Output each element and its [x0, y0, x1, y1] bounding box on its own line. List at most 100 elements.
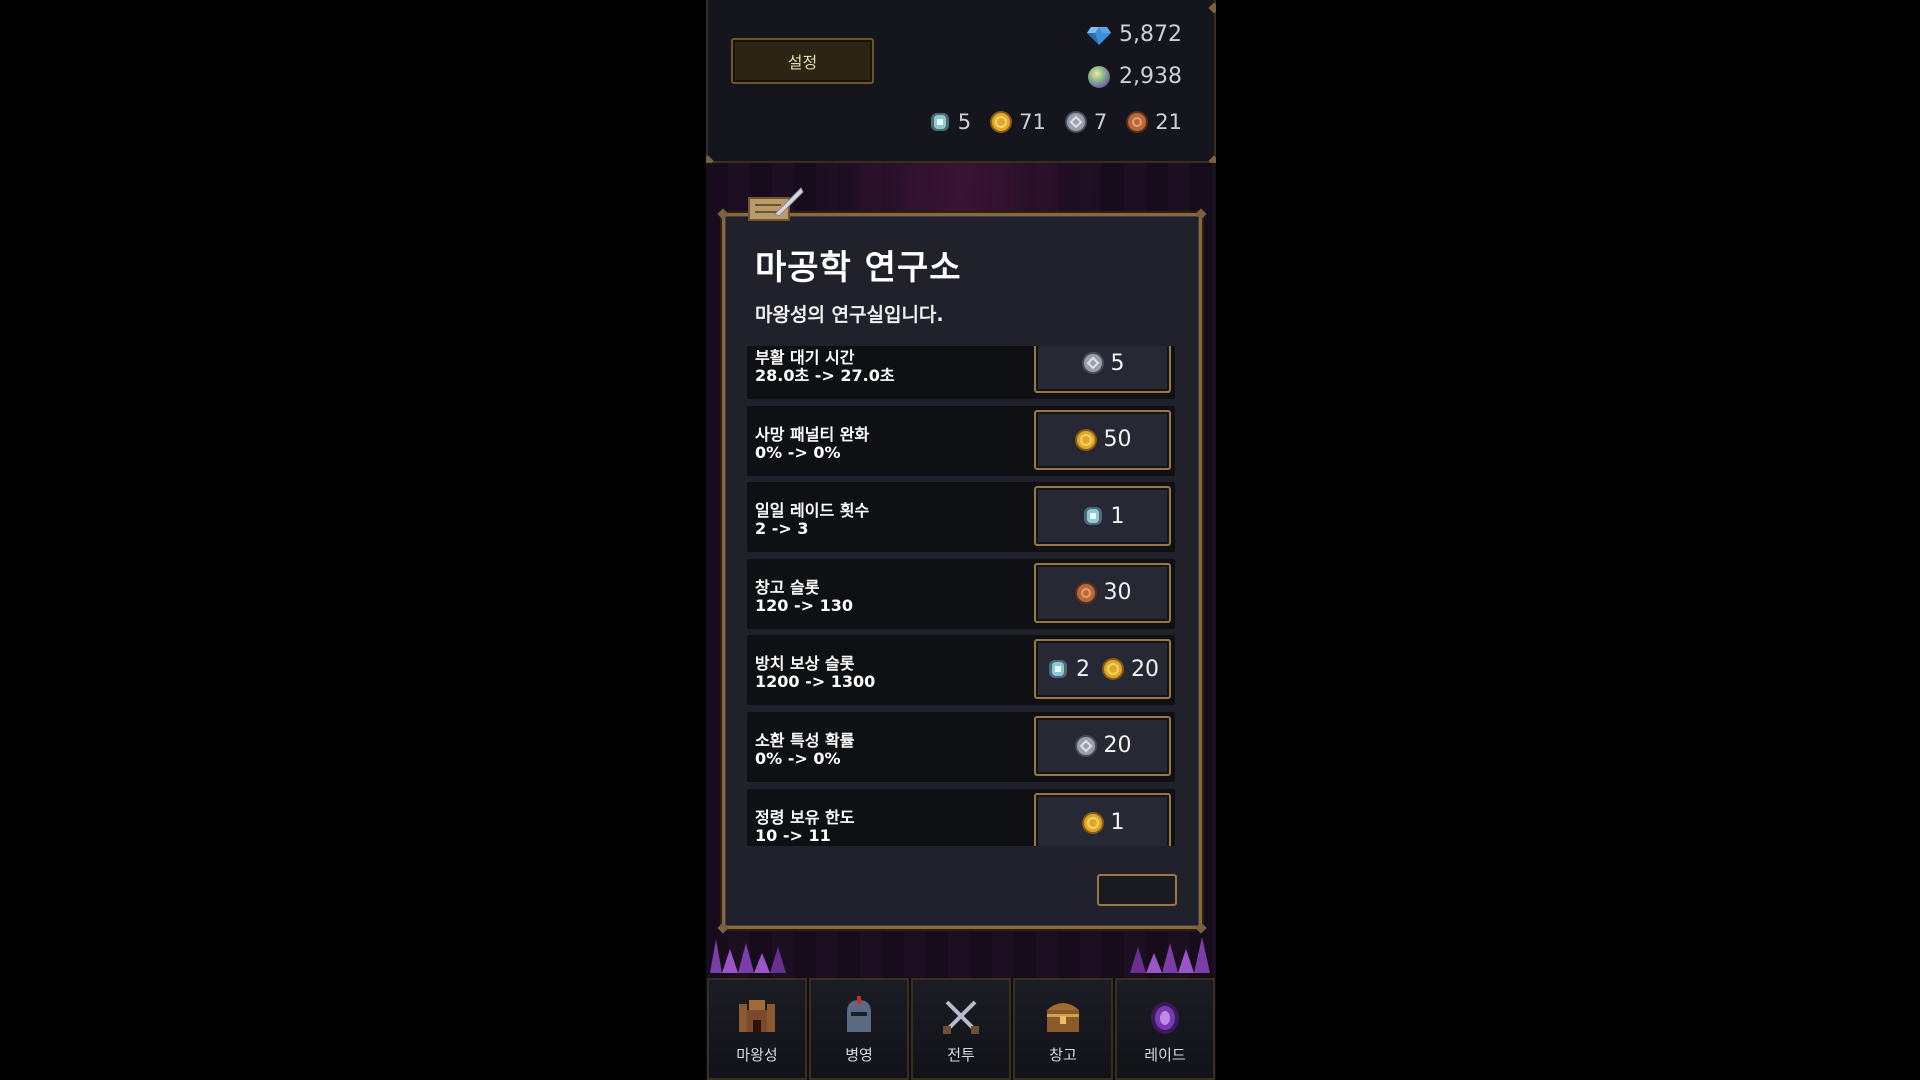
- cost-item: 5: [1081, 351, 1125, 376]
- nav-item-5[interactable]: 레이드: [1115, 978, 1215, 1080]
- research-row-text: 소환 특성 확률 0% -> 0%: [755, 730, 855, 768]
- chest-icon: [1047, 1003, 1079, 1032]
- upgrade-button[interactable]: 1: [1034, 486, 1171, 547]
- spirit-stone-icon: [930, 113, 949, 131]
- orb-count: 2,938: [1119, 64, 1182, 89]
- cost-item: 20: [1101, 657, 1159, 682]
- crystal-decoration-left: [710, 939, 786, 973]
- research-value: 2 -> 3: [755, 519, 809, 539]
- nav-label: 병영: [845, 1046, 873, 1064]
- research-lab-dialog: 마공학 연구소 마왕성의 연구실입니다. 부활 대기 시간 28.0초 -> 27…: [717, 187, 1207, 934]
- nav-item-2[interactable]: 병영: [809, 978, 909, 1080]
- resource-count: 7: [1093, 110, 1108, 134]
- resource-count: 5: [957, 110, 972, 134]
- research-name: 정령 보유 한도: [755, 807, 855, 827]
- gold-coin-icon: [1102, 658, 1124, 681]
- research-list[interactable]: 부활 대기 시간 28.0초 -> 27.0초 5 사망 패널티 완화 0% -> 0%…: [747, 346, 1175, 846]
- diamond-icon: [1087, 26, 1112, 45]
- silver-coin-icon: [1064, 111, 1087, 133]
- spirit-stone-icon: [1083, 507, 1102, 526]
- cost-item: 30: [1074, 580, 1132, 605]
- research-row: 부활 대기 시간 28.0초 -> 27.0초 5: [747, 346, 1175, 399]
- cost-amount: 50: [1103, 427, 1132, 453]
- nav-item-4[interactable]: 창고: [1013, 978, 1113, 1080]
- demon-castle-icon: [739, 1000, 775, 1032]
- research-value: 120 -> 130: [755, 595, 853, 615]
- upgrade-button[interactable]: 5: [1034, 346, 1171, 393]
- gold-coin-icon: [1081, 811, 1104, 834]
- nav-item-3[interactable]: 전투: [911, 978, 1011, 1080]
- nav-item-1[interactable]: 마왕성: [707, 978, 807, 1080]
- upgrade-button[interactable]: 2 20: [1034, 639, 1171, 700]
- research-value: 10 -> 11: [755, 825, 831, 845]
- crystal-decoration-right: [1130, 937, 1210, 973]
- research-row-text: 일일 레이드 횟수 2 -> 3: [755, 502, 869, 538]
- research-name: 일일 레이드 횟수: [755, 501, 870, 521]
- research-row: 일일 레이드 횟수 2 -> 3 1: [747, 482, 1175, 553]
- research-row: 소환 특성 확률 0% -> 0% 20: [747, 711, 1175, 782]
- research-name: 부활 대기 시간: [755, 348, 855, 367]
- cost-item: 1: [1081, 810, 1125, 835]
- nav-label: 창고: [1049, 1046, 1077, 1064]
- cost-item: 50: [1074, 427, 1132, 452]
- research-row: 사망 패널티 완화 0% -> 0% 50: [747, 405, 1175, 476]
- bronze-coin-icon: [1074, 581, 1097, 604]
- cost-amount: 5: [1110, 350, 1125, 376]
- portal-icon: [1151, 1002, 1179, 1034]
- research-name: 소환 특성 확률: [755, 730, 855, 750]
- research-row-text: 창고 슬롯 120 -> 130: [755, 577, 853, 615]
- gem-count: 5,872: [1119, 22, 1182, 47]
- resource-count: 21: [1155, 110, 1182, 134]
- gold-coin-icon: [1074, 428, 1097, 451]
- spirit-stone-icon: [1049, 660, 1067, 679]
- upgrade-button[interactable]: 20: [1034, 715, 1171, 776]
- cost-amount: 1: [1110, 503, 1125, 529]
- research-name: 사망 패널티 완화: [755, 424, 870, 444]
- rainbow-orb-icon: [1088, 65, 1111, 88]
- silver-coin-icon: [1081, 352, 1104, 374]
- crossed-swords-icon: [943, 1000, 979, 1034]
- research-row-text: 사망 패널티 완화 0% -> 0%: [755, 424, 870, 462]
- close-button[interactable]: [1097, 874, 1177, 906]
- silver-coin-icon: [1074, 734, 1097, 757]
- research-value: 0% -> 0%: [755, 442, 841, 462]
- bronze-coin-icon: [1126, 111, 1149, 133]
- nav-label: 전투: [947, 1046, 975, 1064]
- research-row-text: 부활 대기 시간 28.0초 -> 27.0초: [755, 349, 895, 385]
- cost-item: 20: [1074, 733, 1132, 758]
- upgrade-button[interactable]: 1: [1034, 792, 1171, 846]
- research-name: 방치 보상 슬롯: [755, 654, 855, 674]
- research-value: 1200 -> 1300: [755, 672, 876, 692]
- cost-amount: 1: [1110, 810, 1125, 836]
- research-row-text: 정령 보유 한도 10 -> 11: [755, 807, 855, 845]
- cost-amount: 20: [1131, 656, 1159, 682]
- settings-button[interactable]: 설정: [731, 38, 874, 84]
- dialog-title: 마공학 연구소: [755, 248, 962, 288]
- cost-amount: 30: [1103, 580, 1132, 606]
- cost-amount: 2: [1076, 656, 1090, 682]
- cost-item: 1: [1081, 504, 1125, 529]
- research-value: 28.0초 -> 27.0초: [755, 366, 895, 385]
- research-row: 방치 보상 슬롯 1200 -> 1300 2 20: [747, 635, 1175, 706]
- resource-count: 71: [1019, 110, 1046, 134]
- dialog-subtitle: 마왕성의 연구실입니다.: [755, 304, 944, 326]
- nav-label: 레이드: [1144, 1046, 1186, 1064]
- orb-counter: 2,938: [1087, 64, 1182, 89]
- bottom-nav: 마왕성 병영 전투 창고 레이드: [706, 978, 1216, 1080]
- upgrade-button[interactable]: 30: [1034, 562, 1171, 623]
- gem-counter: 5,872: [1087, 22, 1182, 47]
- game-screen: 설정 5,872 2,938 5 71 7 21 마공학 연구소 마왕성의 연구…: [706, 0, 1216, 1080]
- cost-amount: 20: [1103, 733, 1132, 759]
- research-value: 0% -> 0%: [755, 748, 841, 768]
- helmet-icon: [847, 996, 871, 1032]
- research-name: 창고 슬롯: [755, 577, 820, 597]
- top-bar: 설정 5,872 2,938 5 71 7 21: [706, 0, 1216, 167]
- research-row-text: 방치 보상 슬롯 1200 -> 1300: [755, 655, 875, 691]
- nav-label: 마왕성: [736, 1046, 778, 1064]
- resource-row: 5 71 7 21: [928, 110, 1182, 134]
- scroll-quill-icon: [748, 187, 804, 221]
- cost-item: 2: [1046, 657, 1090, 682]
- upgrade-button[interactable]: 50: [1034, 409, 1171, 470]
- research-row: 정령 보유 한도 10 -> 11 1: [747, 788, 1175, 846]
- research-row: 창고 슬롯 120 -> 130 30: [747, 558, 1175, 629]
